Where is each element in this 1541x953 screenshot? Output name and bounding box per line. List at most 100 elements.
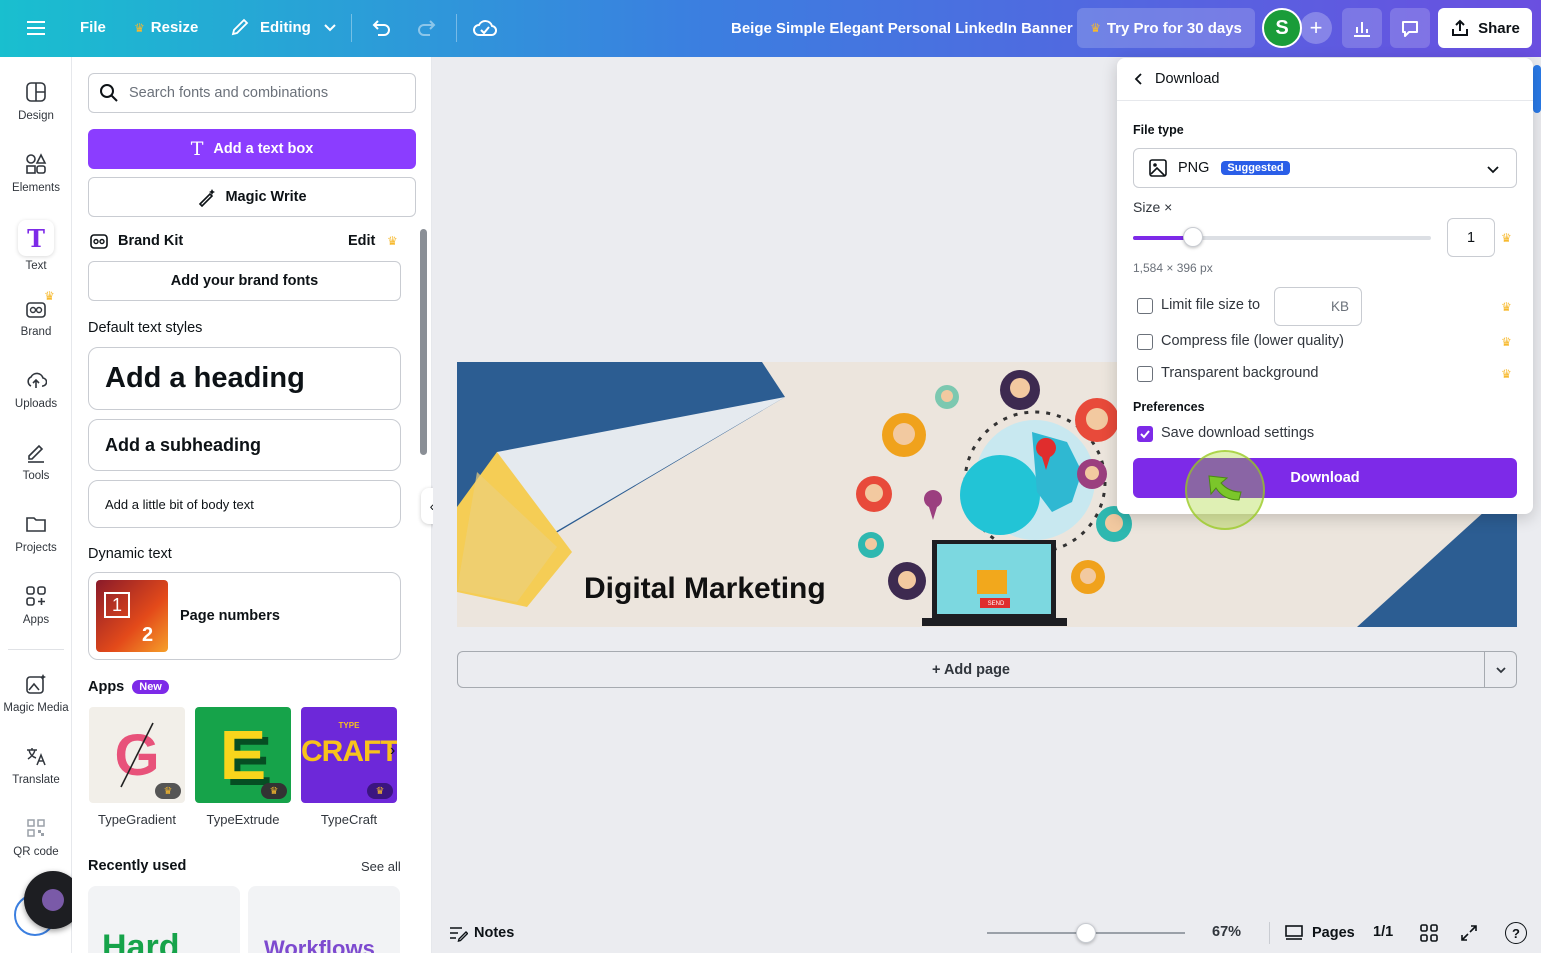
file-menu[interactable]: File bbox=[80, 19, 106, 36]
apps-title: Apps New bbox=[88, 679, 169, 695]
crown-icon: ♛ bbox=[44, 289, 55, 303]
sidebar-item-tools[interactable]: Tools bbox=[0, 439, 72, 482]
size-slider-thumb[interactable] bbox=[1182, 227, 1203, 247]
chevron-right-icon[interactable]: › bbox=[390, 742, 395, 760]
projects-icon bbox=[23, 511, 49, 537]
panel-scrollbar[interactable] bbox=[420, 229, 427, 455]
notes-button[interactable]: Notes bbox=[448, 924, 514, 942]
page-numbers-thumbnail: 1 2 bbox=[96, 580, 168, 652]
sidebar-item-uploads[interactable]: Uploads bbox=[0, 367, 72, 410]
app-tile-typegradient[interactable]: G ♛ bbox=[89, 707, 185, 803]
app-name: TypeExtrude bbox=[206, 812, 280, 827]
app-tile-typeextrude[interactable]: E ♛ bbox=[195, 707, 291, 803]
notes-icon bbox=[450, 927, 468, 942]
recent-item[interactable]: Workflows bbox=[248, 886, 400, 953]
elements-icon bbox=[23, 151, 49, 177]
default-text-styles-title: Default text styles bbox=[88, 320, 203, 336]
recently-used-title: Recently used bbox=[88, 858, 187, 874]
redo-icon[interactable] bbox=[415, 16, 439, 43]
add-subheading-button[interactable]: Add a subheading bbox=[88, 419, 401, 471]
add-page-button[interactable]: + Add page bbox=[458, 652, 1484, 687]
add-brand-fonts-button[interactable]: Add your brand fonts bbox=[88, 261, 401, 301]
pages-icon bbox=[1285, 925, 1303, 940]
chevron-down-icon bbox=[1487, 166, 1499, 174]
resize-button[interactable]: ♛ Resize bbox=[134, 19, 198, 36]
compress-checkbox[interactable] bbox=[1137, 334, 1153, 350]
save-settings-checkbox[interactable] bbox=[1137, 426, 1153, 442]
new-badge: New bbox=[132, 680, 169, 694]
sidebar-item-magic-media[interactable]: Magic Media bbox=[0, 671, 72, 714]
page-indicator[interactable]: 1/1 bbox=[1373, 924, 1393, 940]
search-input[interactable]: Search fonts and combinations bbox=[88, 73, 416, 113]
limit-file-size-checkbox[interactable] bbox=[1137, 298, 1153, 314]
send-label: SEND bbox=[987, 601, 1005, 607]
size-slider-track[interactable] bbox=[1133, 227, 1431, 247]
divider bbox=[8, 649, 64, 650]
help-icon[interactable]: ? bbox=[1505, 922, 1527, 944]
chevron-down-icon bbox=[1496, 666, 1506, 673]
editing-dropdown[interactable]: Editing bbox=[230, 17, 337, 37]
menu-icon[interactable] bbox=[24, 17, 48, 39]
document-title[interactable]: Beige Simple Elegant Personal LinkedIn B… bbox=[731, 20, 1073, 37]
banner-title[interactable]: Digital Marketing bbox=[584, 572, 826, 606]
sidebar-item-qr-code[interactable]: QR code bbox=[0, 815, 72, 858]
transparent-background-label: Transparent background bbox=[1161, 365, 1319, 381]
insights-icon[interactable] bbox=[1342, 8, 1382, 48]
comment-icon[interactable] bbox=[1390, 8, 1430, 48]
left-sidebar: Design Elements T Text ♛ Brand Uploads T… bbox=[0, 57, 82, 953]
undo-icon[interactable] bbox=[369, 16, 393, 43]
sidebar-item-brand[interactable]: ♛ Brand bbox=[0, 289, 72, 338]
share-icon bbox=[1452, 19, 1469, 36]
text-panel: Search fonts and combinations T Add a te… bbox=[72, 57, 432, 953]
chevron-down-icon bbox=[324, 24, 336, 32]
crown-icon: ♛ bbox=[261, 783, 287, 799]
see-all-link[interactable]: See all bbox=[361, 859, 401, 874]
crown-icon: ♛ bbox=[1501, 231, 1512, 245]
try-pro-button[interactable]: ♛ Try Pro for 30 days bbox=[1077, 8, 1255, 48]
sidebar-item-translate[interactable]: Translate bbox=[0, 743, 72, 786]
sidebar-item-design[interactable]: Design bbox=[0, 79, 72, 122]
recent-item[interactable]: Hard bbox=[88, 886, 240, 953]
click-highlight bbox=[1185, 450, 1265, 530]
sidebar-item-projects[interactable]: Projects bbox=[0, 511, 72, 554]
add-collaborator-icon[interactable]: + bbox=[1300, 12, 1332, 44]
suggested-badge: Suggested bbox=[1221, 161, 1290, 175]
zoom-slider-track[interactable] bbox=[987, 923, 1185, 943]
save-settings-label: Save download settings bbox=[1161, 425, 1315, 441]
transparent-background-checkbox[interactable] bbox=[1137, 366, 1153, 382]
canvas-scrollbar[interactable] bbox=[1533, 65, 1541, 113]
file-size-input[interactable]: KB bbox=[1274, 287, 1362, 326]
app-tile-typecraft[interactable]: TYPE CRAFT ♛ bbox=[301, 707, 397, 803]
add-text-box-button[interactable]: T Add a text box bbox=[88, 129, 416, 169]
size-input[interactable]: 1 bbox=[1447, 218, 1495, 257]
dimensions-text: 1,584 × 396 px bbox=[1133, 261, 1213, 275]
crown-icon: ♛ bbox=[1090, 21, 1101, 35]
crown-icon: ♛ bbox=[134, 20, 145, 35]
fullscreen-icon[interactable] bbox=[1459, 923, 1479, 946]
sidebar-item-elements[interactable]: Elements bbox=[0, 151, 72, 194]
add-heading-button[interactable]: Add a heading bbox=[88, 347, 401, 410]
sidebar-item-apps[interactable]: Apps bbox=[0, 583, 72, 626]
add-body-text-button[interactable]: Add a little bit of body text bbox=[88, 480, 401, 528]
cloud-saved-icon[interactable] bbox=[472, 15, 498, 44]
dynamic-text-title: Dynamic text bbox=[88, 546, 172, 562]
zoom-level[interactable]: 67% bbox=[1212, 924, 1241, 940]
file-type-select[interactable]: PNG Suggested bbox=[1133, 148, 1517, 188]
pages-button[interactable]: Pages bbox=[1284, 924, 1355, 942]
brand-kit-edit-link[interactable]: Edit bbox=[348, 233, 375, 249]
size-label: Size × bbox=[1133, 199, 1173, 215]
zoom-slider-thumb[interactable] bbox=[1076, 923, 1096, 943]
arrow-pointer-icon bbox=[1208, 475, 1242, 501]
sidebar-item-text[interactable]: T Text bbox=[0, 220, 72, 272]
avatar[interactable]: S bbox=[1262, 8, 1302, 48]
page-numbers-card[interactable]: 1 2 Page numbers bbox=[88, 572, 401, 660]
share-button[interactable]: Share bbox=[1438, 8, 1532, 48]
divider bbox=[1269, 922, 1270, 944]
divider bbox=[1484, 652, 1485, 687]
add-page-options[interactable] bbox=[1486, 652, 1516, 687]
limit-file-size-label: Limit file size to bbox=[1161, 297, 1261, 313]
magic-write-button[interactable]: Magic Write bbox=[88, 177, 416, 217]
download-back-button[interactable]: Download bbox=[1133, 71, 1220, 87]
add-page-bar: + Add page bbox=[457, 651, 1517, 688]
grid-view-icon[interactable] bbox=[1419, 923, 1439, 946]
